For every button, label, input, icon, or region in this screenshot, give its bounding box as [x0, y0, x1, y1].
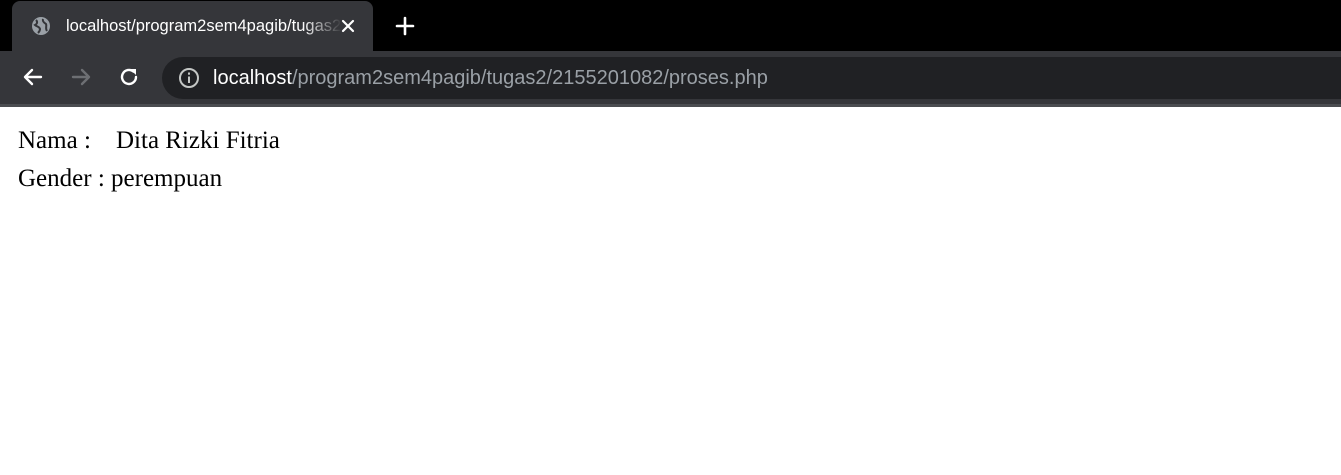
url-path: /program2sem4pagib/tugas2/2155201082/pro…	[291, 67, 768, 89]
browser-toolbar: localhost/program2sem4pagib/tugas2/21552…	[0, 51, 1341, 104]
address-bar[interactable]: localhost/program2sem4pagib/tugas2/21552…	[162, 57, 1341, 99]
gender-value: perempuan	[111, 165, 223, 192]
nama-label: Nama :	[18, 127, 91, 154]
tab-title-fade	[302, 13, 342, 39]
page-content: Nama : Dita Rizki Fitria Gender : perempu…	[18, 124, 280, 200]
browser-tab[interactable]: localhost/program2sem4pagib/tugas2/21552…	[12, 1, 373, 51]
info-icon[interactable]	[178, 67, 200, 89]
new-tab-icon[interactable]	[393, 14, 417, 38]
close-tab-icon[interactable]	[337, 15, 359, 37]
gender-row: Gender : perempuan	[18, 162, 280, 200]
tab-title: localhost/program2sem4pagib/tugas2/21552…	[66, 17, 342, 35]
back-arrow-icon[interactable]	[20, 64, 46, 90]
gender-label: Gender :	[18, 165, 105, 192]
forward-arrow-icon[interactable]	[68, 64, 94, 90]
url-text[interactable]: localhost/program2sem4pagib/tugas2/21552…	[213, 66, 768, 90]
nama-value: Dita Rizki Fitria	[116, 127, 280, 154]
reload-icon[interactable]	[116, 64, 142, 90]
nama-row: Nama : Dita Rizki Fitria	[18, 124, 280, 162]
toolbar-divider	[0, 104, 1341, 107]
url-host: localhost	[213, 67, 292, 89]
tab-strip: localhost/program2sem4pagib/tugas2/21552…	[0, 0, 1341, 51]
globe-icon	[31, 16, 51, 36]
